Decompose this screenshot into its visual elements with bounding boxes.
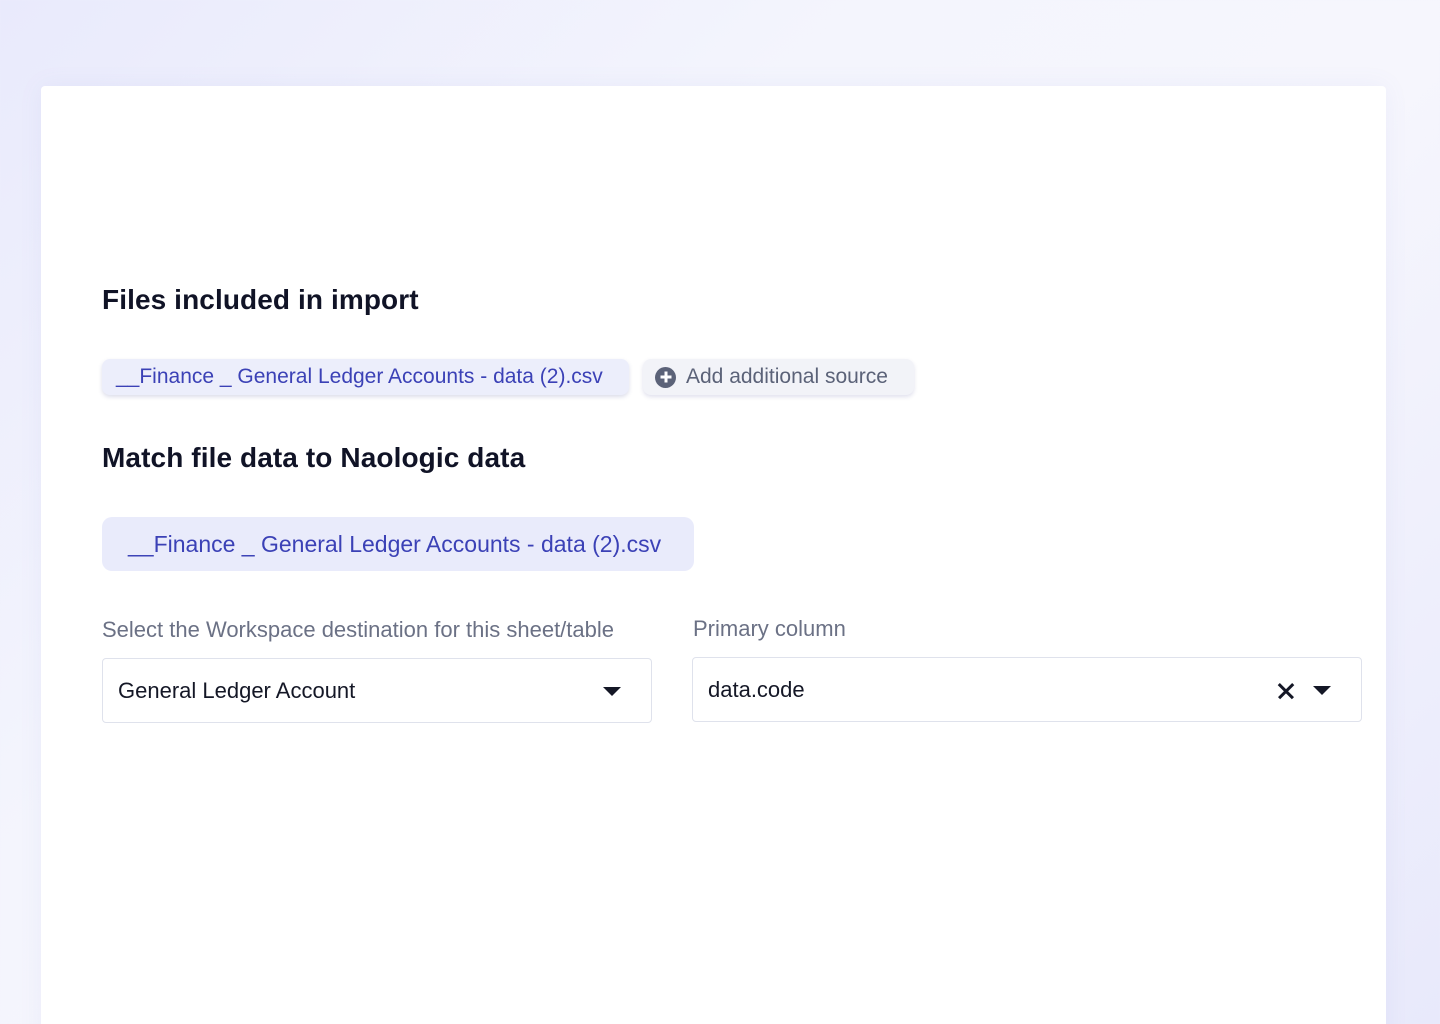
destination-label: Select the Workspace destination for thi… [102, 617, 614, 642]
file-chip[interactable]: __Finance _ General Ledger Accounts - da… [102, 359, 629, 395]
plus-circle-icon [655, 366, 676, 388]
primary-column-select[interactable]: data.code [692, 657, 1362, 722]
file-tab-label: __Finance _ General Ledger Accounts - da… [128, 530, 662, 557]
destination-select[interactable]: General Ledger Account [102, 658, 652, 723]
add-source-button[interactable]: Add additional source [643, 359, 914, 395]
close-icon[interactable] [1277, 682, 1294, 699]
files-section-title: Files included in import [102, 284, 419, 315]
file-tab[interactable]: __Finance _ General Ledger Accounts - da… [102, 517, 694, 571]
primary-column-label: Primary column [693, 616, 846, 641]
add-source-label: Add additional source [686, 365, 888, 388]
chevron-down-icon[interactable] [1313, 686, 1331, 695]
destination-value: General Ledger Account [118, 677, 356, 703]
import-card: Files included in import __Finance _ Gen… [41, 86, 1386, 1024]
chevron-down-icon[interactable] [603, 687, 621, 696]
primary-column-value: data.code [708, 676, 805, 702]
file-chip-label: __Finance _ General Ledger Accounts - da… [116, 365, 603, 388]
match-section-title: Match file data to Naologic data [102, 442, 526, 473]
